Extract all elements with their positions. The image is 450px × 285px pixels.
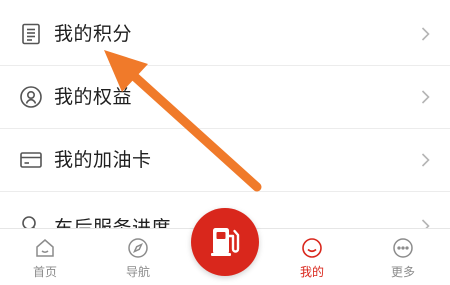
tab-label: 首页	[32, 265, 57, 279]
document-list-icon	[22, 23, 40, 45]
search-icon	[22, 216, 36, 228]
more-dots-icon	[393, 238, 413, 258]
menu-item-label: 我的权益	[54, 86, 133, 108]
menu-item-label: 车后服务进度	[54, 217, 172, 228]
fuel-pump-icon	[211, 228, 240, 256]
tab-navigation[interactable]: 导航	[103, 229, 173, 285]
card-icon	[20, 152, 42, 168]
tab-label: 导航	[125, 265, 150, 279]
smile-icon	[302, 238, 322, 258]
fuel-action-button[interactable]	[191, 208, 259, 276]
tab-more[interactable]: 更多	[368, 229, 438, 285]
chevron-right-icon	[421, 90, 430, 104]
tab-home[interactable]: 首页	[10, 229, 80, 285]
user-badge-icon	[20, 86, 42, 108]
menu-item-points[interactable]: 我的积分	[0, 3, 450, 66]
chevron-right-icon	[421, 27, 430, 41]
home-icon	[36, 239, 54, 257]
chevron-right-icon	[421, 219, 430, 228]
chevron-right-icon	[421, 153, 430, 167]
menu-item-label: 我的积分	[54, 23, 133, 45]
menu-item-fuel-card[interactable]: 我的加油卡	[0, 129, 450, 192]
tab-label: 我的	[299, 265, 324, 279]
compass-icon	[128, 238, 148, 258]
menu-item-benefits[interactable]: 我的权益	[0, 66, 450, 129]
tab-mine[interactable]: 我的	[277, 229, 347, 285]
menu-item-label: 我的加油卡	[54, 149, 152, 171]
tab-label: 更多	[390, 265, 415, 279]
